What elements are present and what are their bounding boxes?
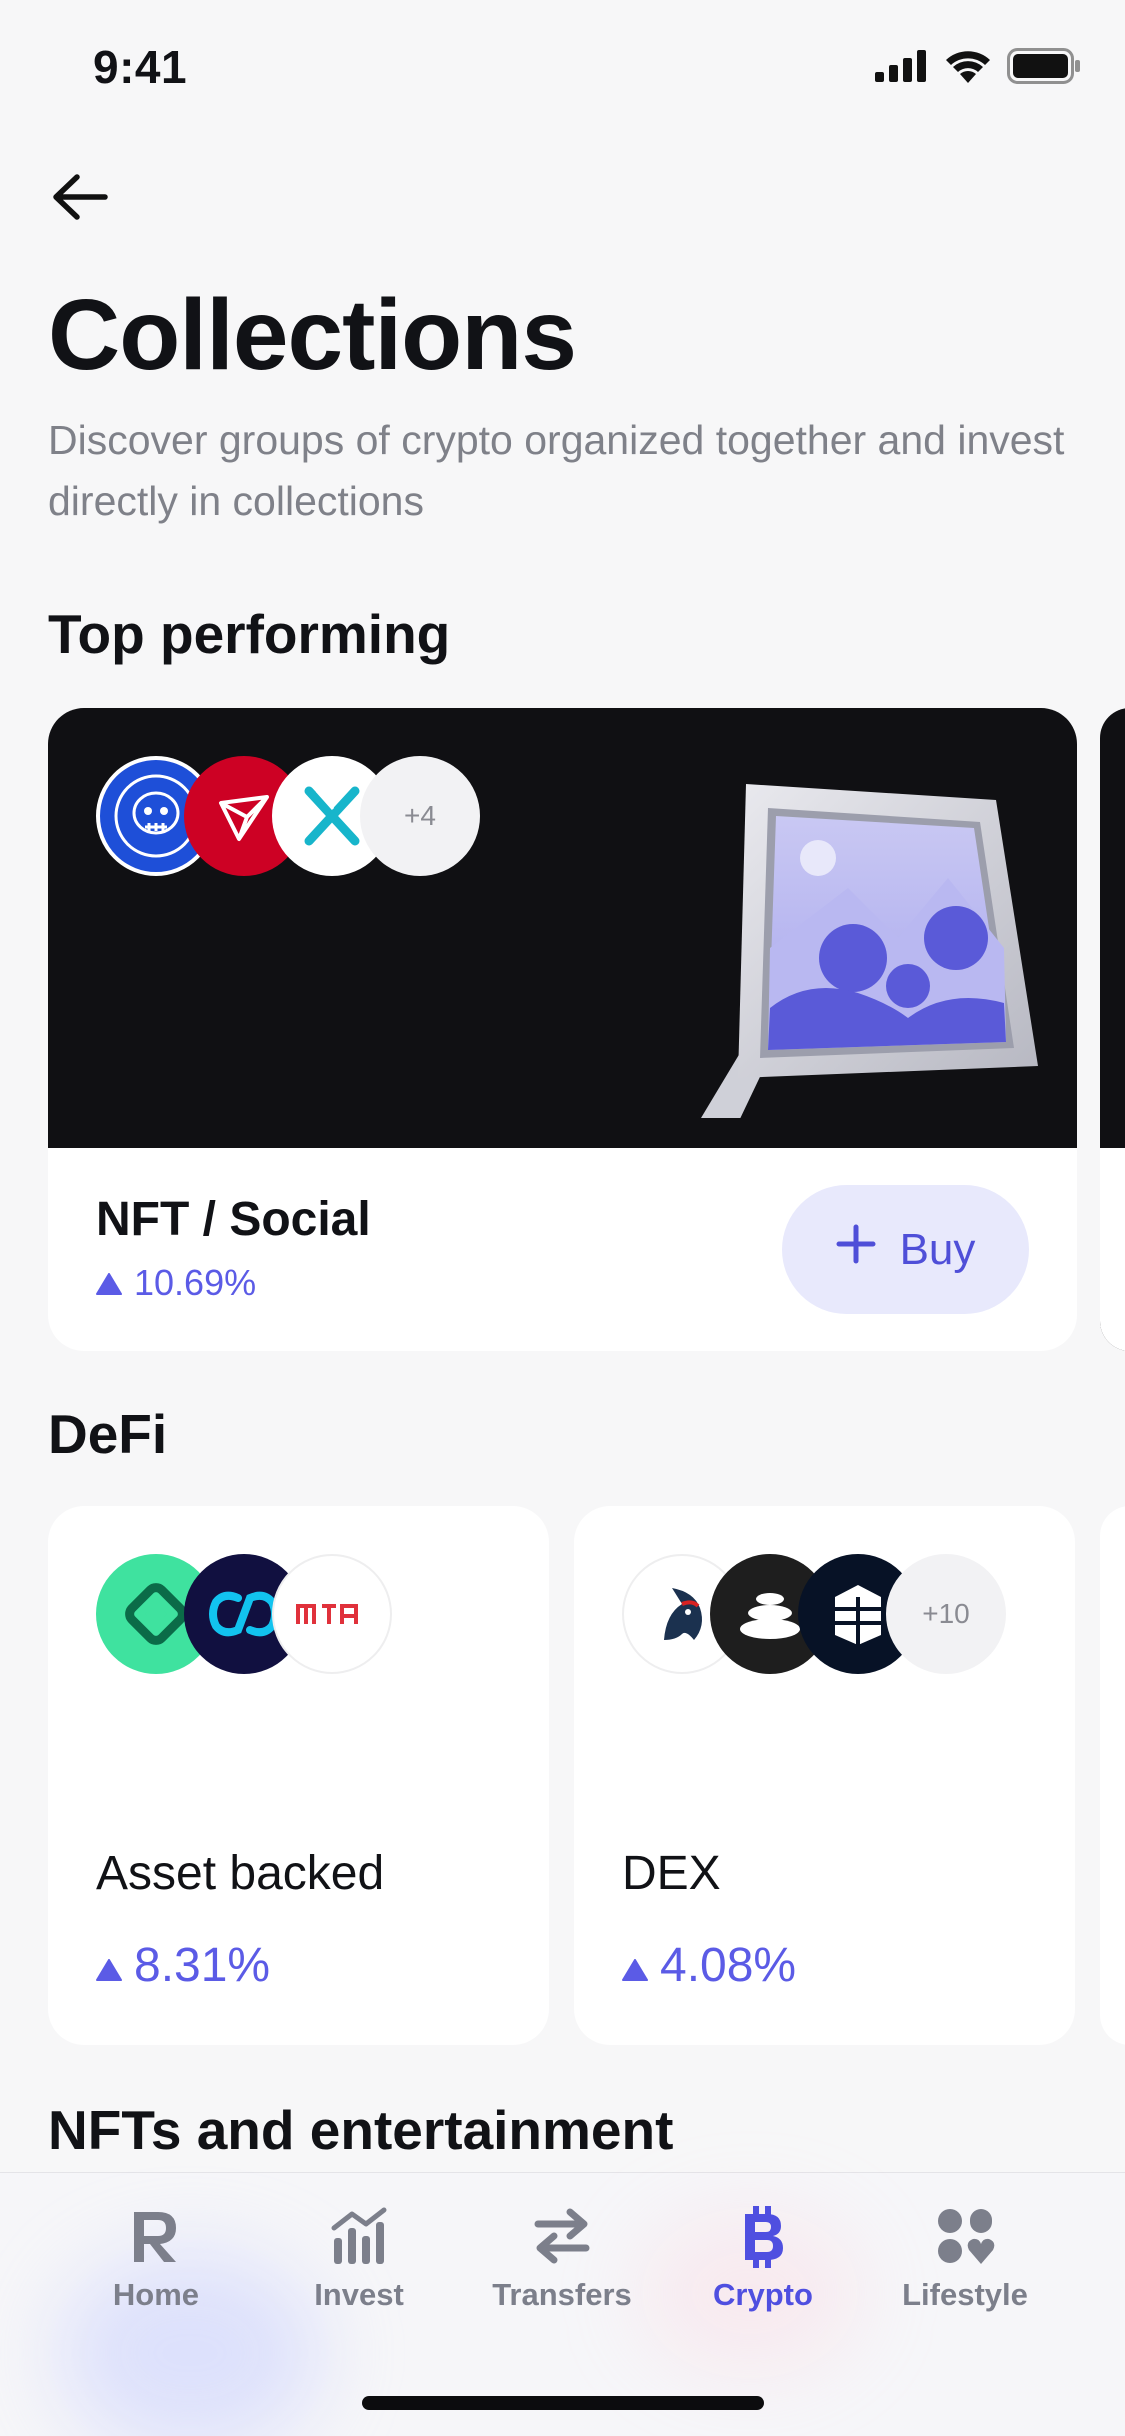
collection-card-asset-backed[interactable]: Asset backed 8.31% — [48, 1506, 549, 2045]
plus-icon — [836, 1224, 876, 1275]
wifi-icon — [945, 49, 991, 88]
tab-label: Invest — [314, 2277, 404, 2312]
page-title: Collections — [48, 279, 577, 391]
tab-label: Transfers — [492, 2277, 632, 2312]
coin-stack: +4 — [96, 756, 480, 876]
collection-name: DEX — [622, 1847, 721, 1900]
tab-home[interactable]: Home — [66, 2201, 246, 2313]
buy-button[interactable]: Buy — [782, 1185, 1029, 1314]
tab-transfers[interactable]: Transfers — [472, 2201, 652, 2313]
section-title-defi: DeFi — [48, 1403, 168, 1465]
page-subtitle: Discover groups of crypto organized toge… — [48, 417, 1065, 524]
tab-crypto[interactable]: Crypto — [673, 2201, 853, 2313]
collection-change: 4.08% — [622, 1938, 796, 1993]
featured-change-value: 10.69% — [134, 1262, 257, 1303]
tab-invest[interactable]: Invest — [269, 2201, 449, 2313]
bitcoin-icon — [728, 2201, 798, 2271]
bar-chart-icon — [324, 2201, 394, 2271]
collection-change: 8.31% — [96, 1938, 270, 1993]
revolut-r-icon — [121, 2201, 191, 2271]
buy-label: Buy — [899, 1224, 976, 1274]
mta-icon — [272, 1554, 392, 1674]
tab-lifestyle[interactable]: Lifestyle — [875, 2201, 1055, 2313]
tab-label: Lifestyle — [902, 2277, 1028, 2312]
triangle-up-icon — [96, 1938, 122, 1993]
triangle-up-icon — [96, 1262, 122, 1304]
back-button[interactable] — [44, 164, 114, 234]
arrow-left-icon — [49, 172, 109, 227]
coin-stack — [96, 1554, 392, 1674]
collections-screen: 9:41 Collections Discover groups of cryp… — [0, 0, 1125, 2436]
featured-hero: +4 — [48, 708, 1077, 1148]
status-time: 9:41 — [93, 41, 188, 93]
tab-label: Home — [112, 2277, 200, 2312]
section-title-nfts-entertainment: NFTs and entertainment — [48, 2099, 674, 2161]
collection-change-value: 8.31% — [134, 1939, 271, 1992]
lifestyle-icon — [930, 2201, 1000, 2271]
nft-frame-illustration — [658, 778, 1038, 1123]
featured-change: 10.69% — [96, 1262, 256, 1304]
collection-card-dex[interactable]: +10 DEX 4.08% — [574, 1506, 1075, 2045]
tab-label: Crypto — [713, 2277, 813, 2312]
more-coins-badge: +10 — [886, 1554, 1006, 1674]
cellular-signal-icon — [875, 50, 929, 87]
transfer-arrows-icon — [527, 2201, 597, 2271]
next-collection-card-peek[interactable] — [1100, 708, 1125, 1351]
next-collection-card-peek[interactable] — [1100, 1506, 1125, 2045]
status-icons — [875, 48, 1081, 89]
home-indicator[interactable] — [362, 2396, 764, 2410]
collection-name: Asset backed — [96, 1847, 385, 1900]
collection-change-value: 4.08% — [660, 1939, 797, 1992]
triangle-up-icon — [622, 1938, 648, 1993]
status-bar: 9:41 — [0, 0, 1125, 140]
coin-stack: +10 — [622, 1554, 1006, 1674]
battery-icon — [1007, 48, 1081, 89]
section-title-top-performing: Top performing — [48, 603, 451, 665]
more-coins-badge: +4 — [360, 756, 480, 876]
featured-collection-name: NFT / Social — [96, 1193, 371, 1246]
